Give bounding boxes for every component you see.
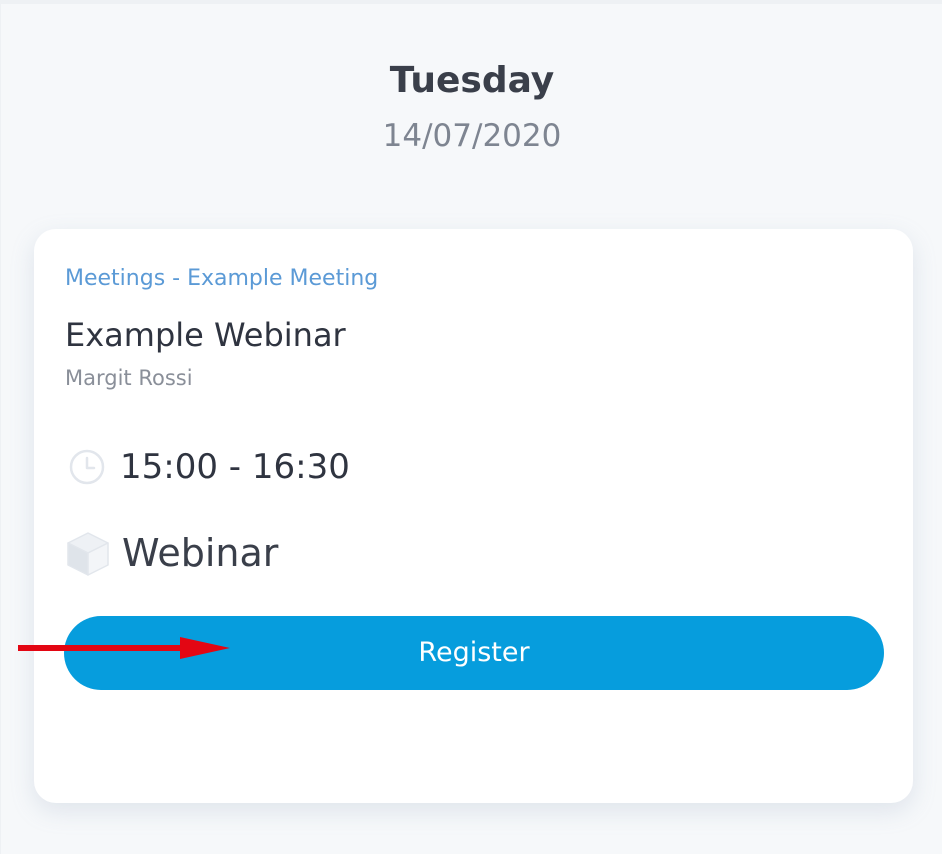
event-speaker: Margit Rossi bbox=[65, 366, 193, 390]
event-card[interactable]: Meetings - Example Meeting Example Webin… bbox=[34, 229, 913, 803]
event-type-row: Webinar bbox=[64, 529, 278, 577]
day-column: Tuesday 14/07/2020 Meetings - Example Me… bbox=[0, 0, 942, 854]
day-name: Tuesday bbox=[389, 60, 555, 101]
event-time: 15:00 - 16:30 bbox=[120, 447, 350, 487]
arrow-right-icon bbox=[18, 637, 230, 659]
day-date: 14/07/2020 bbox=[382, 118, 562, 154]
event-time-row: 15:00 - 16:30 bbox=[68, 444, 350, 490]
day-header: Tuesday 14/07/2020 bbox=[1, 58, 942, 156]
event-type: Webinar bbox=[122, 531, 279, 575]
event-category[interactable]: Meetings - Example Meeting bbox=[65, 265, 378, 293]
cube-icon bbox=[64, 529, 112, 577]
event-title[interactable]: Example Webinar bbox=[65, 315, 346, 355]
clock-icon bbox=[68, 448, 106, 486]
